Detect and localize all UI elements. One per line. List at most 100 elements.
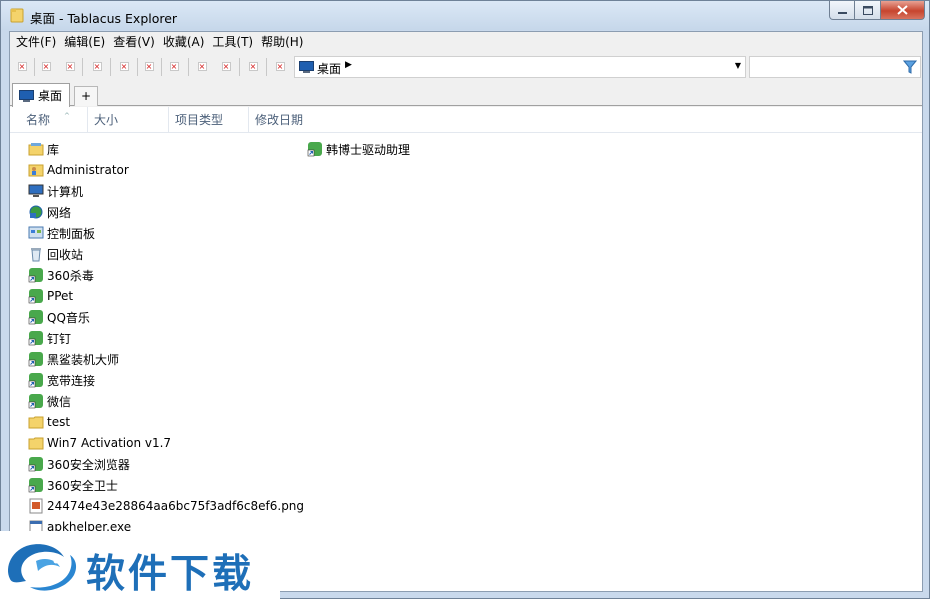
watermark-text: 软件下载 bbox=[86, 551, 255, 597]
list-item-label: QQ音乐 bbox=[47, 310, 90, 325]
missing-icon: × bbox=[221, 62, 231, 71]
maximize-button[interactable] bbox=[855, 1, 881, 20]
column-size[interactable]: 大小 bbox=[88, 107, 169, 133]
list-item[interactable]: 360安全卫士 bbox=[28, 475, 118, 495]
menu-view[interactable]: 查看(V) bbox=[109, 32, 159, 52]
watermark-logo: 软件下载 bbox=[0, 531, 280, 599]
list-item[interactable]: PPet bbox=[28, 286, 73, 306]
list-item-label: 黑鲨装机大师 bbox=[47, 352, 120, 367]
list-item[interactable]: 24474e43e28864aa6bc75f3adf6c8ef6.png bbox=[28, 496, 304, 516]
file-list[interactable]: ^ 名称 大小 项目类型 修改日期 库 Administrator 计算机 网络控制面板… bbox=[10, 107, 922, 591]
list-item[interactable]: 360安全浏览器 bbox=[28, 454, 130, 474]
list-item[interactable]: QQ音乐 bbox=[28, 307, 90, 327]
missing-icon: × bbox=[275, 62, 285, 71]
toolbar-button-2[interactable]: × bbox=[36, 56, 56, 77]
list-item[interactable]: 计算机 bbox=[28, 181, 83, 201]
list-item[interactable]: 控制面板 bbox=[28, 223, 95, 243]
column-modified[interactable]: 修改日期 bbox=[249, 107, 329, 133]
menu-favorites[interactable]: 收藏(A) bbox=[159, 32, 209, 52]
folder-icon bbox=[28, 416, 44, 429]
desktop-icon bbox=[19, 89, 34, 102]
title-bar[interactable]: 桌面 - Tablacus Explorer bbox=[1, 1, 929, 30]
list-item[interactable]: 360杀毒 bbox=[28, 265, 94, 285]
menu-edit[interactable]: 编辑(E) bbox=[60, 32, 109, 52]
menu-help[interactable]: 帮助(H) bbox=[257, 32, 307, 52]
toolbar-button-9[interactable]: × bbox=[216, 56, 236, 77]
shortcut-icon bbox=[28, 331, 43, 346]
close-button[interactable] bbox=[881, 1, 925, 20]
toolbar-separator bbox=[188, 58, 189, 76]
list-item-label: Administrator bbox=[47, 163, 129, 177]
app-window: 桌面 - Tablacus Explorer 文件(F) 编辑(E) 查看(V)… bbox=[0, 0, 930, 599]
list-item[interactable]: test bbox=[28, 412, 70, 432]
toolbar-button-4[interactable]: × bbox=[87, 56, 107, 77]
list-item[interactable]: 韩博士驱动助理 bbox=[307, 139, 410, 159]
menu-file[interactable]: 文件(F) bbox=[12, 32, 60, 52]
computer-icon bbox=[28, 184, 44, 197]
folder-icon bbox=[10, 8, 24, 23]
list-item[interactable]: 网络 bbox=[28, 202, 71, 222]
shortcut-icon bbox=[28, 268, 43, 283]
list-item-label: PPet bbox=[47, 289, 74, 303]
minimize-button[interactable] bbox=[829, 1, 855, 20]
tab-desktop[interactable]: 桌面 bbox=[12, 83, 70, 107]
list-item[interactable]: 宽带连接 bbox=[28, 370, 95, 390]
toolbar-separator bbox=[137, 58, 138, 76]
missing-icon: × bbox=[248, 62, 258, 71]
breadcrumb-arrow-icon[interactable]: ▶ bbox=[345, 60, 352, 70]
list-item[interactable]: 微信 bbox=[28, 391, 71, 411]
toolbar-button-11[interactable]: × bbox=[270, 56, 290, 77]
shortcut-icon bbox=[28, 457, 43, 472]
image-file-icon bbox=[29, 498, 43, 514]
menu-tools[interactable]: 工具(T) bbox=[208, 32, 257, 52]
search-box[interactable] bbox=[749, 56, 921, 78]
address-dropdown-icon[interactable]: ▼ bbox=[735, 61, 741, 70]
missing-icon: × bbox=[169, 62, 179, 71]
maximize-icon bbox=[862, 5, 873, 15]
column-name[interactable]: ^ 名称 bbox=[20, 107, 88, 133]
toolbar-button-5[interactable]: × bbox=[114, 56, 134, 77]
shortcut-icon bbox=[28, 352, 43, 367]
toolbar-separator bbox=[239, 58, 240, 76]
list-item-label: 360安全卫士 bbox=[47, 478, 118, 493]
window-title: 桌面 - Tablacus Explorer bbox=[30, 11, 178, 26]
list-item-label: 24474e43e28864aa6bc75f3adf6c8ef6.png bbox=[47, 499, 305, 513]
list-item-label: 控制面板 bbox=[47, 226, 96, 241]
missing-icon: × bbox=[92, 62, 102, 71]
list-item[interactable]: 钉钉 bbox=[28, 328, 71, 348]
desktop-icon bbox=[299, 61, 314, 73]
list-item[interactable]: Win7 Activation v1.7 bbox=[28, 433, 171, 453]
address-bar[interactable]: 桌面 ▶ ▼ bbox=[294, 56, 746, 78]
toolbar-separator bbox=[161, 58, 162, 76]
network-icon bbox=[29, 205, 43, 219]
toolbar-button-6[interactable]: × bbox=[139, 56, 159, 77]
toolbar-separator bbox=[266, 58, 267, 76]
list-item-label: Win7 Activation v1.7 bbox=[47, 436, 172, 450]
missing-icon: × bbox=[119, 62, 129, 71]
filter-icon[interactable] bbox=[903, 60, 917, 74]
missing-icon: × bbox=[197, 62, 207, 71]
missing-icon: × bbox=[144, 62, 154, 71]
column-header: ^ 名称 大小 项目类型 修改日期 bbox=[10, 107, 922, 133]
toolbar-button-7[interactable]: × bbox=[164, 56, 184, 77]
new-tab-button[interactable]: + bbox=[74, 86, 98, 106]
list-item[interactable]: 回收站 bbox=[28, 244, 83, 264]
toolbar-button-3[interactable]: × bbox=[60, 56, 80, 77]
missing-icon: × bbox=[17, 62, 27, 71]
toolbar-button-1[interactable]: × bbox=[12, 56, 32, 77]
shortcut-icon bbox=[28, 373, 43, 388]
list-item-label: 微信 bbox=[47, 394, 72, 409]
list-item-label: 钉钉 bbox=[47, 331, 72, 346]
list-item[interactable]: Administrator bbox=[28, 160, 129, 180]
list-item[interactable]: 黑鲨装机大师 bbox=[28, 349, 119, 369]
toolbar-button-10[interactable]: × bbox=[243, 56, 263, 77]
shortcut-icon bbox=[28, 310, 43, 325]
list-item[interactable]: 库 bbox=[28, 139, 59, 159]
recycle-bin-icon bbox=[31, 248, 41, 262]
column-type[interactable]: 项目类型 bbox=[169, 107, 249, 133]
tab-label: 桌面 bbox=[38, 89, 63, 103]
address-path: 桌面 bbox=[317, 62, 342, 76]
missing-icon: × bbox=[65, 62, 75, 71]
toolbar-button-8[interactable]: × bbox=[192, 56, 212, 77]
client-area: 文件(F) 编辑(E) 查看(V) 收藏(A) 工具(T) 帮助(H) × × … bbox=[9, 31, 923, 592]
